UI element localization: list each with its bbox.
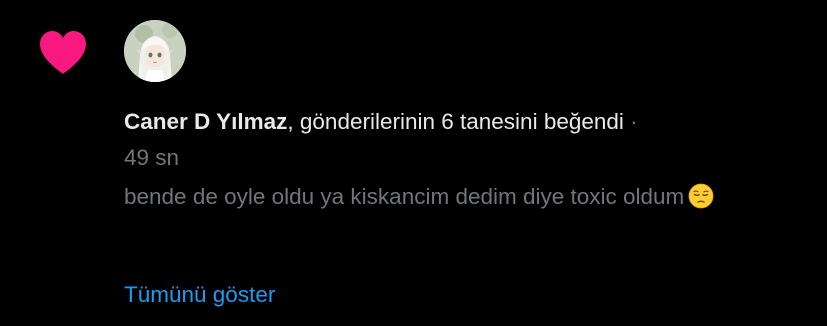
- avatar[interactable]: [124, 20, 186, 82]
- pensive-face-icon: [688, 183, 714, 209]
- post-text: bende de oyle oldu ya kiskancim dedim di…: [124, 184, 685, 209]
- user-name[interactable]: Caner D Yılmaz: [124, 109, 287, 134]
- notification-headline: Caner D Yılmaz, gönderilerinin 6 tanesin…: [124, 106, 814, 138]
- like-notification[interactable]: Caner D Yılmaz, gönderilerinin 6 tanesin…: [0, 0, 827, 326]
- separator-dot: ·: [630, 109, 638, 134]
- timestamp: 49 sn: [124, 145, 180, 170]
- notification-action-text: , gönderilerinin 6 tanesini beğendi: [287, 109, 624, 134]
- show-all-link[interactable]: Tümünü göster: [124, 279, 275, 311]
- anime-character-avatar: [124, 20, 186, 82]
- heart-icon: [40, 31, 86, 74]
- post-preview-text[interactable]: bende de oyle oldu ya kiskancim dedim di…: [124, 180, 804, 213]
